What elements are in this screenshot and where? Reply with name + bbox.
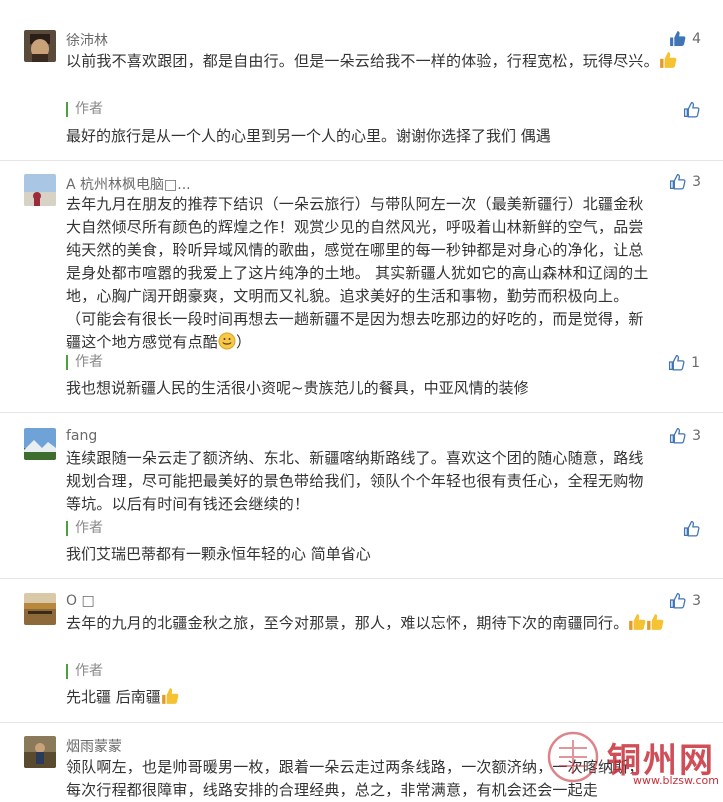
watermark-url: www.blzsw.com	[633, 774, 719, 787]
avatar[interactable]	[24, 736, 56, 768]
watermark-seal-icon	[547, 731, 599, 783]
username[interactable]: 烟雨蒙蒙	[66, 736, 122, 756]
comment-5: 烟雨蒙蒙 领队啊左，也是帅哥暖男一枚，跟着一朵云走过两条线路，一次额济纳，一次喀…	[0, 0, 723, 799]
